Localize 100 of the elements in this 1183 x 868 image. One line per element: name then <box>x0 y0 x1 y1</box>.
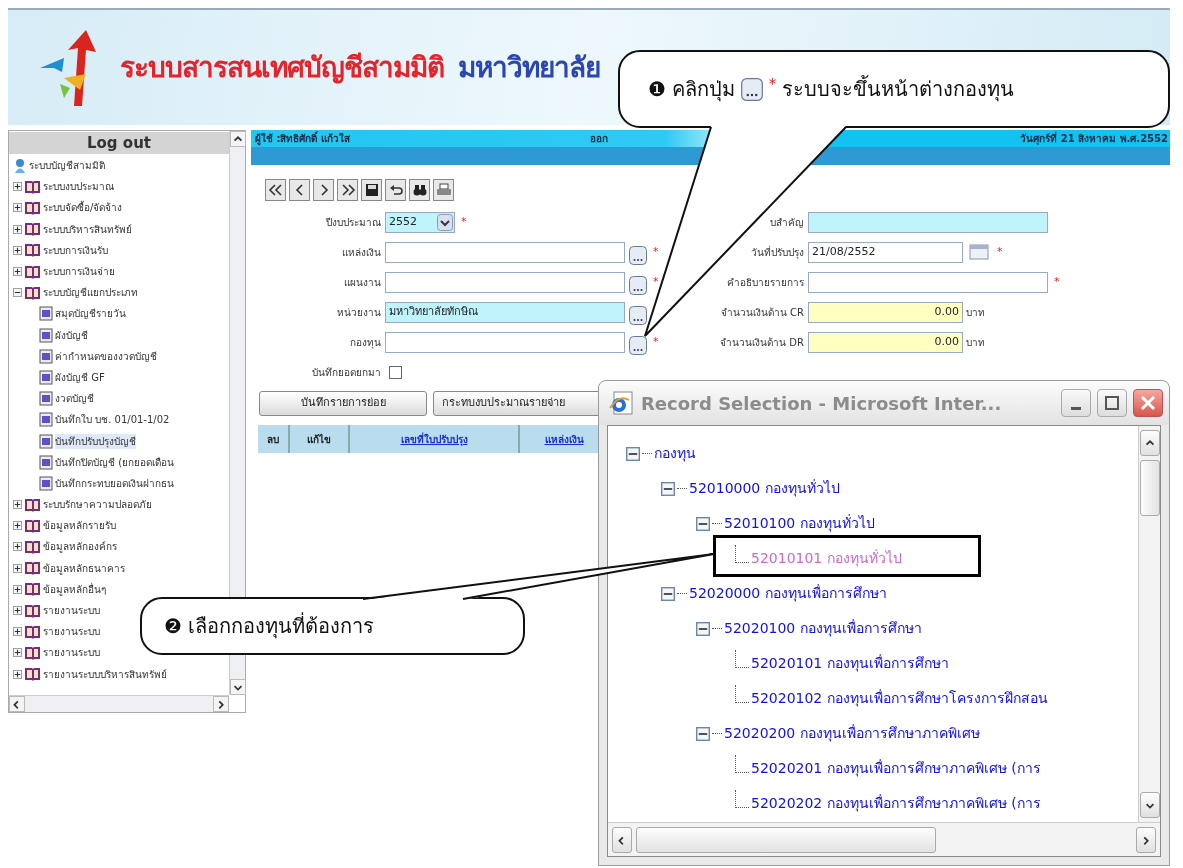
input-field[interactable]: มหาวิทยาลัยทักษิณ <box>385 301 625 323</box>
expand-icon[interactable] <box>13 245 22 255</box>
input-field[interactable] <box>808 271 1048 293</box>
tree-item[interactable]: ระบบงบประมาณ <box>43 179 114 195</box>
input-field[interactable] <box>808 211 1048 233</box>
last-button[interactable] <box>337 179 358 201</box>
tree-item[interactable]: 52020102 กองทุนเพื่อการศึกษาโครงการฝึกสอน <box>751 688 1048 709</box>
tree-item[interactable]: ผังบัญชี <box>55 327 88 343</box>
tree-item[interactable]: 52020100 กองทุนเพื่อการศึกษา <box>724 618 922 639</box>
book-icon <box>24 264 41 279</box>
search-button[interactable] <box>409 179 430 201</box>
scrollbar[interactable] <box>9 695 229 712</box>
expand-icon[interactable] <box>13 267 22 277</box>
collapse-icon[interactable] <box>661 586 675 601</box>
tree-item[interactable]: รายงานระบบ <box>43 645 100 661</box>
expand-icon[interactable] <box>13 627 22 637</box>
tree-item[interactable]: ข้อมูลหลักอื่นๆ <box>43 581 106 597</box>
scroll-thumb[interactable] <box>636 826 936 853</box>
scrollbar[interactable] <box>1138 426 1160 822</box>
expand-icon[interactable] <box>13 542 22 552</box>
tree-item[interactable]: ระบบบัญชีสามมิติ <box>29 158 105 174</box>
scroll-right-button[interactable] <box>213 696 229 712</box>
tree-item[interactable]: 52010100 กองทุนทั่วไป <box>724 513 875 534</box>
tree-item[interactable]: ระบบการเงินรับ <box>43 242 108 258</box>
expand-icon[interactable] <box>13 182 22 192</box>
collapse-icon[interactable] <box>13 288 22 298</box>
scroll-down-button[interactable] <box>230 679 246 695</box>
scroll-up-button[interactable] <box>1139 430 1160 456</box>
minimize-button[interactable] <box>1061 389 1091 417</box>
date-field[interactable]: 21/08/2552 <box>808 241 963 263</box>
tree-item[interactable]: ข้อมูลหลักธนาคาร <box>43 560 125 576</box>
scroll-up-button[interactable] <box>230 131 246 147</box>
person-icon <box>13 157 27 174</box>
expand-icon[interactable] <box>13 203 22 213</box>
tree-item[interactable]: กองทุน <box>654 443 696 464</box>
tree-item[interactable]: ค่ากำหนดของงวดบัญชี <box>55 348 157 364</box>
tree-item[interactable]: ระบบจัดซื้อ/จัดจ้าง <box>43 200 123 216</box>
tree-item[interactable]: ระบบบริหารสินทรัพย์ <box>43 221 132 237</box>
tree-item[interactable]: รายงานระบบ <box>43 624 100 640</box>
tree-item[interactable]: 52020101 กองทุนเพื่อการศึกษา <box>751 653 949 674</box>
maximize-button[interactable] <box>1097 389 1127 417</box>
tree-item[interactable]: 52020201 กองทุนเพื่อการศึกษาภาคพิเศษ (การ <box>751 758 1041 779</box>
tree-item[interactable]: รายงานระบบบริหารสินทรัพย์ <box>43 666 167 682</box>
undo-button[interactable] <box>385 179 406 201</box>
expand-icon[interactable] <box>13 500 22 510</box>
first-button[interactable] <box>265 179 286 201</box>
tree-item[interactable]: ข้อมูลหลักองค์กร <box>43 539 117 555</box>
column-header[interactable]: เลขที่ใบปรับปรุง <box>350 425 520 453</box>
scroll-left-button[interactable] <box>9 696 25 712</box>
tree-item[interactable]: งวดบัญชี <box>55 391 94 407</box>
save-button[interactable] <box>361 179 382 201</box>
tree-item[interactable]: สมุดบัญชีรายวัน <box>55 306 126 322</box>
tree-item[interactable]: 52020202 กองทุนเพื่อการศึกษาภาคพิเศษ (การ <box>751 793 1041 814</box>
expand-icon[interactable] <box>13 521 22 531</box>
amount-field[interactable]: 0.00 <box>808 331 963 353</box>
expand-icon[interactable] <box>13 563 22 573</box>
tree-item[interactable]: ผังบัญชี GF <box>55 369 105 385</box>
input-field[interactable] <box>385 271 625 293</box>
tree-item[interactable]: ข้อมูลหลักรายรับ <box>43 518 116 534</box>
expand-icon[interactable] <box>13 648 22 658</box>
document-icon <box>39 327 53 343</box>
scroll-left-button[interactable] <box>612 826 632 853</box>
book-icon <box>24 624 41 639</box>
expand-icon[interactable] <box>13 606 22 616</box>
close-button[interactable] <box>1133 389 1163 417</box>
tree-item[interactable]: ระบบการเงินจ่าย <box>43 264 115 280</box>
collapse-icon[interactable] <box>696 726 710 741</box>
tree-item[interactable]: บันทึกใบ บช. 01/01-1/02 <box>55 412 170 428</box>
collapse-icon[interactable] <box>696 621 710 636</box>
action-button[interactable]: บันทึกรายการย่อย <box>259 391 427 416</box>
tree-item[interactable]: รายงานระบบ <box>43 603 100 619</box>
collapse-icon[interactable] <box>696 516 710 531</box>
tree-item[interactable]: ระบบบัญชีแยกประเภท <box>43 285 138 301</box>
scroll-down-button[interactable] <box>1139 792 1160 818</box>
checkbox[interactable] <box>389 365 402 379</box>
tree-item[interactable]: 52020000 กองทุนเพื่อการศึกษา <box>689 583 887 604</box>
tree-item[interactable]: บันทึกปรับปรุงบัญชี <box>55 433 136 449</box>
tree-item[interactable]: ระบบรักษาความปลอดภัย <box>43 497 152 513</box>
input-field[interactable] <box>385 331 625 353</box>
collapse-icon[interactable] <box>626 446 640 461</box>
expand-icon[interactable] <box>13 669 22 679</box>
required-mark: * <box>653 243 659 260</box>
expand-icon[interactable] <box>13 584 22 594</box>
tree-item[interactable]: บันทึกปิดบัญชี (ยกยอดเดือน <box>55 454 175 470</box>
tree-item[interactable]: 52010000 กองทุนทั่วไป <box>689 478 840 499</box>
scrollbar[interactable] <box>608 822 1160 856</box>
tree-item[interactable]: 52020200 กองทุนเพื่อการศึกษาภาคพิเศษ <box>724 723 980 744</box>
next-button[interactable] <box>313 179 334 201</box>
book-icon <box>24 603 41 618</box>
year-select[interactable]: 2552 <box>385 211 455 233</box>
expand-icon[interactable] <box>13 224 22 234</box>
collapse-icon[interactable] <box>661 481 675 496</box>
amount-field[interactable]: 0.00 <box>808 301 963 323</box>
book-icon <box>24 582 41 597</box>
previous-button[interactable] <box>289 179 310 201</box>
input-field[interactable] <box>385 241 625 263</box>
tree-item[interactable]: บันทึกกระทบยอดเงินฝากธน <box>55 475 174 491</box>
logout-button[interactable]: Log out <box>9 132 229 154</box>
scroll-thumb[interactable] <box>1139 460 1160 516</box>
scroll-right-button[interactable] <box>1136 826 1156 853</box>
